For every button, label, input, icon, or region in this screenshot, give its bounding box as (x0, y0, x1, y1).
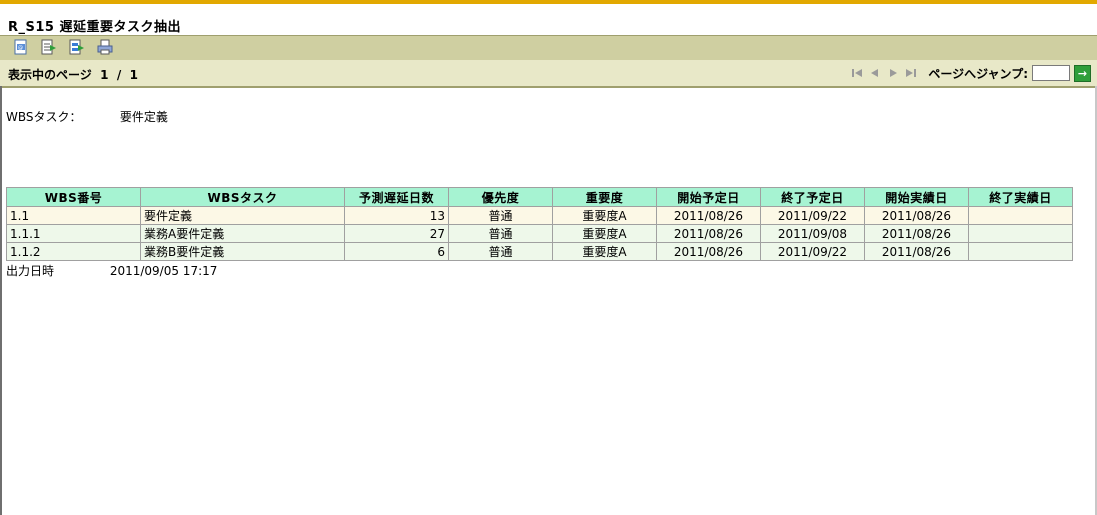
first-page-icon[interactable] (850, 66, 864, 80)
output-timestamp: 出力日時 2011/09/05 17:17 (6, 262, 217, 279)
svg-text:@: @ (18, 45, 23, 51)
table-cell: 2011/08/26 (864, 206, 969, 225)
column-header[interactable]: 開始実績日 (864, 187, 969, 207)
table-cell: 2011/08/26 (656, 224, 761, 243)
column-header[interactable]: 終了予定日 (760, 187, 865, 207)
table-row[interactable]: 1.1.2 業務B要件定義 6 普通 重要度A 2011/08/26 2011/… (6, 242, 1073, 261)
last-page-icon[interactable] (904, 66, 918, 80)
table-cell (968, 242, 1073, 261)
table-cell: 2011/08/26 (656, 242, 761, 261)
toolbar: @ (0, 35, 1097, 61)
table-cell: 2011/08/26 (656, 206, 761, 225)
report-table: WBS番号 WBSタスク 予測遅延日数 優先度 重要度 開始予定日 終了予定日 … (6, 187, 1073, 261)
column-header[interactable]: WBS番号 (6, 187, 141, 207)
excel-export-icon[interactable] (40, 39, 58, 56)
table-header-row: WBS番号 WBSタスク 予測遅延日数 優先度 重要度 開始予定日 終了予定日 … (6, 187, 1073, 207)
page-separator: / (116, 68, 122, 82)
pager-controls: ページへジャンプ: → (850, 63, 1091, 83)
column-header[interactable]: 開始予定日 (656, 187, 761, 207)
table-cell: 13 (344, 206, 449, 225)
report-title: R_S15 遅延重要タスク抽出 (8, 20, 181, 35)
table-cell: 2011/09/08 (760, 224, 865, 243)
csv-export-icon[interactable]: @ (12, 39, 30, 56)
total-pages: 1 (129, 68, 138, 82)
table-cell: 重要度A (552, 224, 657, 243)
table-cell: 業務A要件定義 (140, 224, 345, 243)
column-header[interactable]: 終了実績日 (968, 187, 1073, 207)
pager-bar: 表示中のページ 1 / 1 ページへジャンプ: → (0, 60, 1097, 88)
table-cell: 6 (344, 242, 449, 261)
table-cell: 2011/08/26 (864, 242, 969, 261)
left-border (0, 86, 2, 515)
table-cell: 普通 (448, 224, 553, 243)
table-cell: 要件定義 (140, 206, 345, 225)
current-page: 1 (100, 68, 109, 82)
table-cell: 2011/09/22 (760, 206, 865, 225)
table-cell: 重要度A (552, 206, 657, 225)
output-time-value: 2011/09/05 17:17 (109, 264, 218, 278)
page-indicator: 表示中のページ 1 / 1 (8, 66, 138, 83)
table-row[interactable]: 1.1.1 業務A要件定義 27 普通 重要度A 2011/08/26 2011… (6, 224, 1073, 243)
table-cell: 普通 (448, 242, 553, 261)
prev-page-icon[interactable] (868, 66, 882, 80)
go-button[interactable]: → (1074, 64, 1091, 82)
print-icon[interactable] (96, 39, 114, 56)
jump-label: ページへジャンプ: (928, 66, 1028, 81)
arrow-right-icon: → (1077, 66, 1088, 80)
column-header[interactable]: 予測遅延日数 (344, 187, 449, 207)
criteria-value: 要件定義 (119, 110, 168, 124)
output-time-label: 出力日時 (6, 264, 55, 278)
top-accent-bar (0, 0, 1097, 4)
criteria-label: WBSタスク： (6, 110, 82, 124)
page-label: 表示中のページ (8, 68, 92, 82)
table-cell (968, 224, 1073, 243)
column-header[interactable]: 優先度 (448, 187, 553, 207)
table-row[interactable]: 1.1 要件定義 13 普通 重要度A 2011/08/26 2011/09/2… (6, 206, 1073, 225)
table-cell (968, 206, 1073, 225)
table-cell: 27 (344, 224, 449, 243)
next-page-icon[interactable] (886, 66, 900, 80)
column-header[interactable]: WBSタスク (140, 187, 345, 207)
table-cell: 1.1 (6, 206, 141, 225)
table-cell: 普通 (448, 206, 553, 225)
table-cell: 業務B要件定義 (140, 242, 345, 261)
table-cell: 2011/09/22 (760, 242, 865, 261)
table-cell: 重要度A (552, 242, 657, 261)
filter-criteria: WBSタスク： 要件定義 (6, 108, 168, 125)
table-cell: 1.1.2 (6, 242, 141, 261)
column-header[interactable]: 重要度 (552, 187, 657, 207)
table-cell: 1.1.1 (6, 224, 141, 243)
table-cell: 2011/08/26 (864, 224, 969, 243)
page-jump-input[interactable] (1032, 65, 1070, 81)
pdf-export-icon[interactable] (68, 39, 86, 56)
